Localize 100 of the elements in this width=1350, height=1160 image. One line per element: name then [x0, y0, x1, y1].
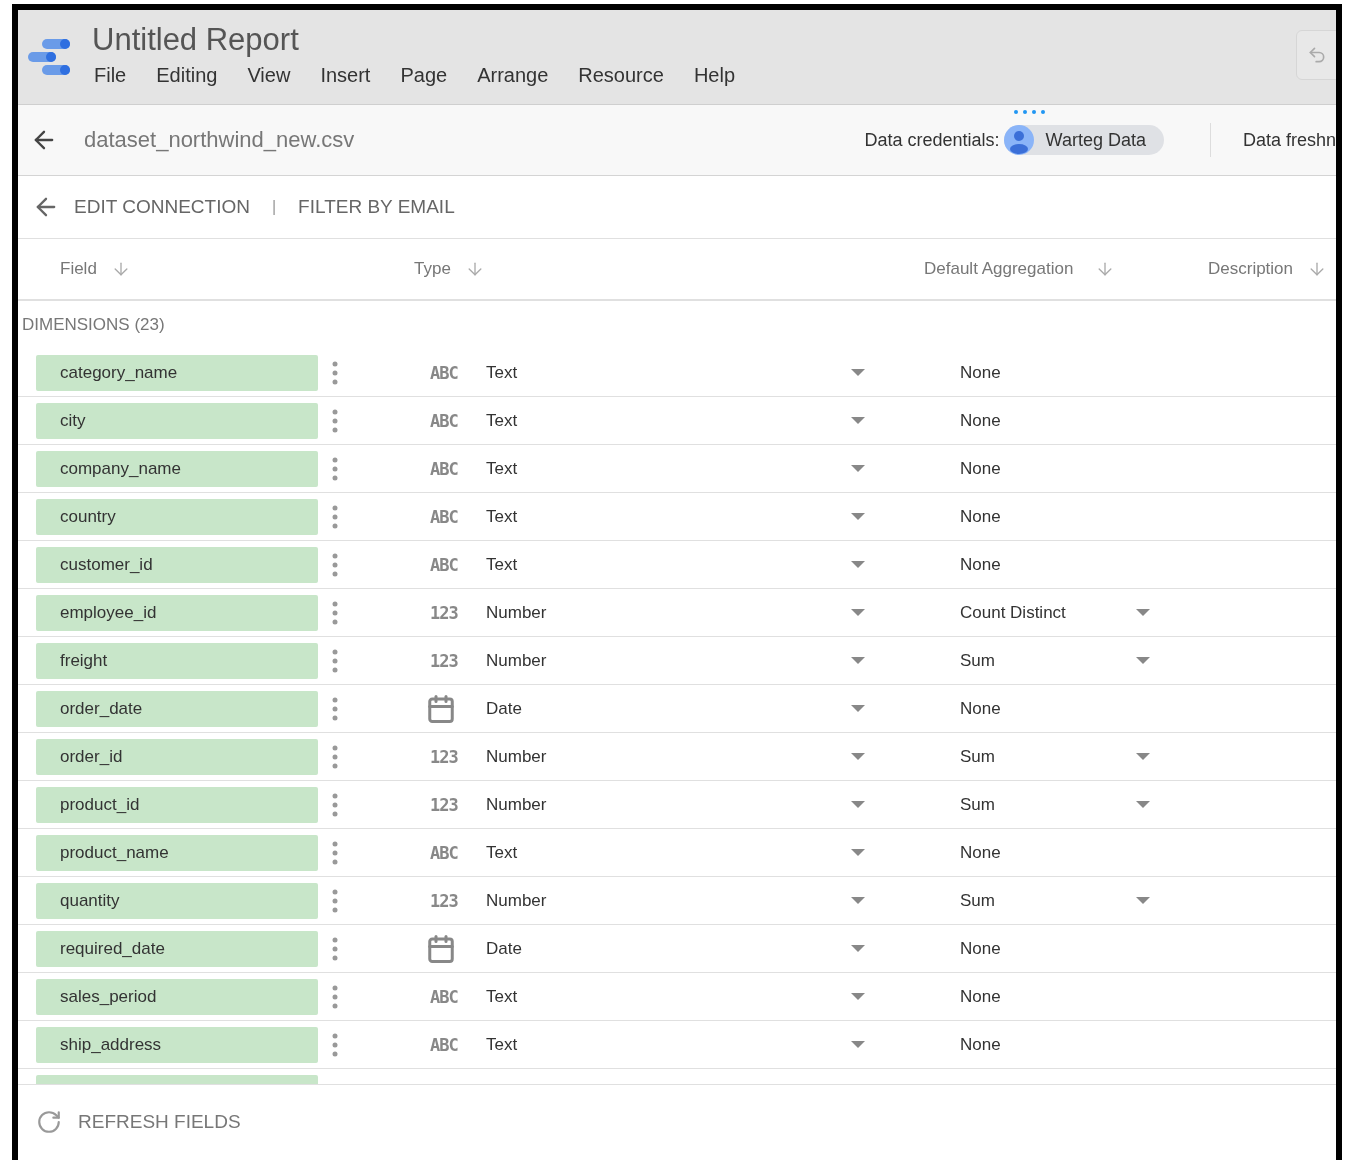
column-header[interactable]: Description	[1208, 259, 1294, 279]
type-label: Text	[486, 986, 519, 1007]
field-chip[interactable]: country	[36, 498, 318, 535]
menu-item[interactable]: File	[92, 63, 142, 87]
dropdown-caret-icon[interactable]	[851, 800, 865, 809]
report-title[interactable]: Untitled Report	[92, 21, 751, 58]
aggregation-value: None	[960, 986, 1002, 1007]
column-header[interactable]: Default Aggregation	[924, 259, 1074, 279]
more-options-icon[interactable]	[332, 984, 338, 1009]
more-options-icon[interactable]	[332, 504, 338, 529]
section-heading: DIMENSIONS (23)	[21, 314, 166, 336]
aggregation-value: None	[960, 938, 1002, 959]
refresh-icon	[36, 1109, 62, 1135]
type-label: Number	[486, 602, 548, 623]
dropdown-caret-icon[interactable]	[1136, 608, 1150, 617]
dropdown-caret-icon[interactable]	[851, 1040, 865, 1049]
more-options-icon[interactable]	[332, 456, 338, 481]
aggregation-value: None	[960, 554, 1002, 575]
more-options-icon[interactable]	[332, 600, 338, 625]
dropdown-caret-icon[interactable]	[851, 368, 865, 377]
menu-item[interactable]: Page	[385, 63, 463, 87]
more-options-icon[interactable]	[332, 408, 338, 433]
type-label: Text	[486, 842, 519, 863]
menu-item[interactable]: Editing	[141, 63, 233, 87]
field-chip[interactable]: quantity	[36, 882, 318, 919]
more-options-icon[interactable]	[332, 1032, 338, 1057]
drag-handle-icon[interactable]	[1013, 109, 1047, 115]
field-chip[interactable]: customer_id	[36, 546, 318, 583]
more-options-icon[interactable]	[332, 792, 338, 817]
logo-icon	[28, 37, 72, 77]
type-symbol: 123	[430, 794, 458, 815]
more-options-icon[interactable]	[332, 744, 338, 769]
dropdown-caret-icon[interactable]	[851, 608, 865, 617]
aggregation-value: Sum	[960, 650, 996, 671]
type-label: Text	[486, 554, 519, 575]
field-chip[interactable]: sales_period	[36, 978, 318, 1015]
menu-item[interactable]: Help	[678, 63, 751, 87]
dropdown-caret-icon[interactable]	[1136, 896, 1150, 905]
type-label: Text	[486, 410, 519, 431]
type-symbol: ABC	[430, 1034, 458, 1055]
type-symbol: ABC	[430, 986, 458, 1007]
breadcrumb-separator: |	[271, 198, 277, 216]
field-chip[interactable]: order_date	[36, 690, 318, 727]
type-symbol: 123	[430, 890, 458, 911]
menu-item[interactable]: View	[232, 63, 306, 87]
refresh-fields-button[interactable]: REFRESH FIELDS	[36, 1109, 241, 1135]
field-chip[interactable]: category_name	[36, 354, 318, 391]
dropdown-caret-icon[interactable]	[851, 656, 865, 665]
breadcrumb-link[interactable]: FILTER BY EMAIL	[298, 196, 455, 218]
more-options-icon[interactable]	[332, 888, 338, 913]
calendar-icon	[426, 933, 456, 964]
dropdown-caret-icon[interactable]	[1136, 800, 1150, 809]
field-chip[interactable]: employee_id	[36, 594, 318, 631]
field-chip[interactable]: order_id	[36, 738, 318, 775]
more-options-icon[interactable]	[332, 840, 338, 865]
aggregation-value: Sum	[960, 746, 996, 767]
menu-item[interactable]: Insert	[305, 63, 386, 87]
aggregation-value: Sum	[960, 890, 996, 911]
aggregation-value: None	[960, 1034, 1002, 1055]
dropdown-caret-icon[interactable]	[851, 560, 865, 569]
dropdown-caret-icon[interactable]	[851, 464, 865, 473]
type-symbol: 123	[430, 746, 458, 767]
dropdown-caret-icon[interactable]	[851, 944, 865, 953]
dropdown-caret-icon[interactable]	[851, 416, 865, 425]
column-header[interactable]: Type	[414, 259, 451, 279]
dropdown-caret-icon[interactable]	[851, 848, 865, 857]
dropdown-caret-icon[interactable]	[1136, 656, 1150, 665]
type-symbol: ABC	[430, 554, 458, 575]
column-header[interactable]: Field	[60, 259, 97, 279]
dropdown-caret-icon[interactable]	[851, 704, 865, 713]
breadcrumb-link[interactable]: EDIT CONNECTION	[74, 196, 250, 218]
dropdown-caret-icon[interactable]	[851, 992, 865, 1001]
aggregation-value: None	[960, 698, 1002, 719]
field-chip[interactable]: company_name	[36, 450, 318, 487]
field-chip[interactable]: ship_address	[36, 1026, 318, 1063]
type-label: Number	[486, 746, 548, 767]
field-chip[interactable]: product_name	[36, 834, 318, 871]
type-symbol: 123	[430, 602, 458, 623]
field-chip[interactable]: product_id	[36, 786, 318, 823]
field-chip[interactable]: required_date	[36, 930, 318, 967]
avatar-icon	[1003, 125, 1034, 155]
more-options-icon[interactable]	[332, 360, 338, 385]
field-chip[interactable]: freight	[36, 642, 318, 679]
type-symbol: ABC	[430, 410, 458, 431]
aggregation-value: None	[960, 458, 1002, 479]
field-chip[interactable]: city	[36, 402, 318, 439]
aggregation-value: None	[960, 410, 1002, 431]
dropdown-caret-icon[interactable]	[851, 896, 865, 905]
credentials-chip[interactable]: Warteg Data	[1003, 125, 1164, 155]
menu-item[interactable]: Arrange	[462, 63, 564, 87]
dropdown-caret-icon[interactable]	[1136, 752, 1150, 761]
data-freshness-label[interactable]: Data freshn	[1242, 129, 1336, 151]
more-options-icon[interactable]	[332, 936, 338, 961]
type-label: Text	[486, 1034, 519, 1055]
more-options-icon[interactable]	[332, 552, 338, 577]
more-options-icon[interactable]	[332, 648, 338, 673]
dropdown-caret-icon[interactable]	[851, 752, 865, 761]
menu-item[interactable]: Resource	[563, 63, 679, 87]
dropdown-caret-icon[interactable]	[851, 512, 865, 521]
more-options-icon[interactable]	[332, 696, 338, 721]
